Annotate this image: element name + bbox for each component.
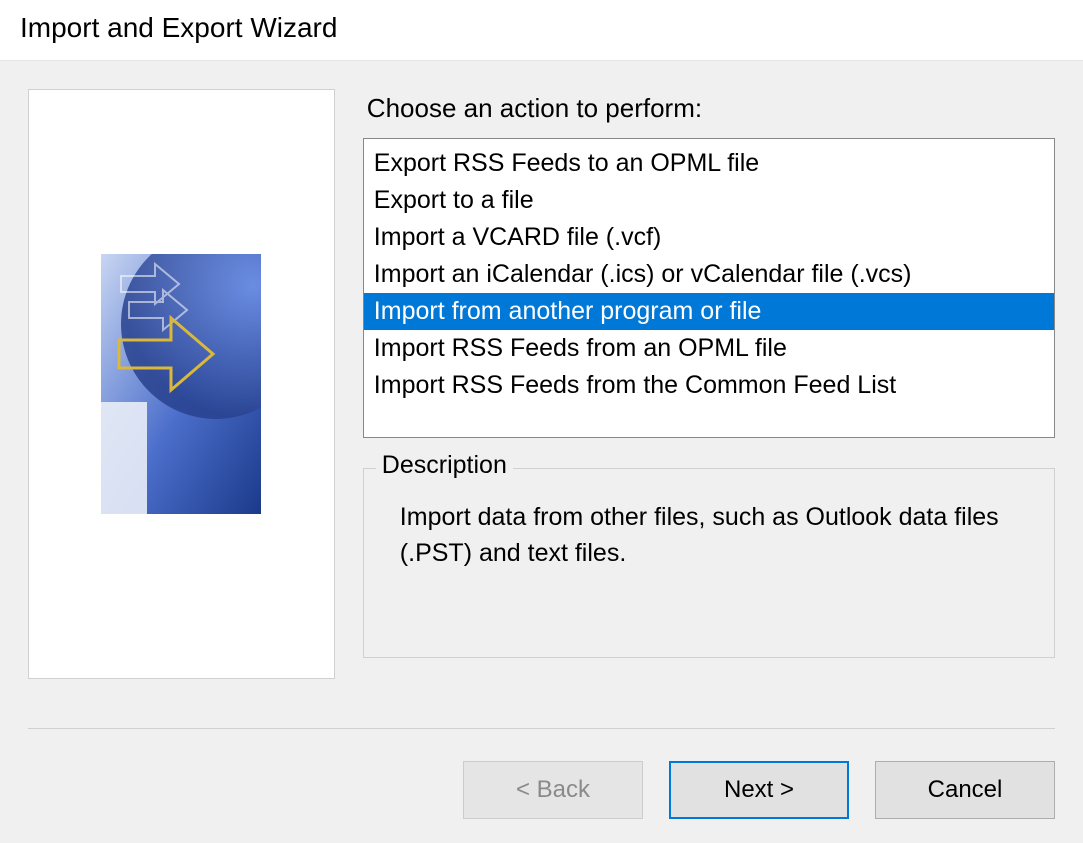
- action-list-item[interactable]: Export RSS Feeds to an OPML file: [364, 145, 1054, 182]
- description-groupbox: Description Import data from other files…: [363, 468, 1055, 658]
- action-list-item[interactable]: Import RSS Feeds from the Common Feed Li…: [364, 367, 1054, 404]
- action-list-item[interactable]: Import an iCalendar (.ics) or vCalendar …: [364, 256, 1054, 293]
- import-export-icon: [101, 254, 261, 514]
- wizard-image-panel: [28, 89, 335, 679]
- window-title: Import and Export Wizard: [0, 0, 1083, 60]
- description-text: Import data from other files, such as Ou…: [400, 499, 1028, 572]
- action-list-item[interactable]: Import a VCARD file (.vcf): [364, 219, 1054, 256]
- cancel-button[interactable]: Cancel: [875, 761, 1055, 819]
- action-listbox[interactable]: Export RSS Feeds to an OPML fileExport t…: [363, 138, 1055, 438]
- description-legend: Description: [376, 451, 513, 480]
- back-button: < Back: [463, 761, 643, 819]
- action-list-item[interactable]: Import from another program or file: [364, 293, 1054, 330]
- wizard-button-row: < Back Next > Cancel: [0, 729, 1083, 843]
- action-list-item[interactable]: Import RSS Feeds from an OPML file: [364, 330, 1054, 367]
- action-list-item[interactable]: Export to a file: [364, 182, 1054, 219]
- next-button[interactable]: Next >: [669, 761, 849, 819]
- prompt-label: Choose an action to perform:: [367, 93, 1055, 124]
